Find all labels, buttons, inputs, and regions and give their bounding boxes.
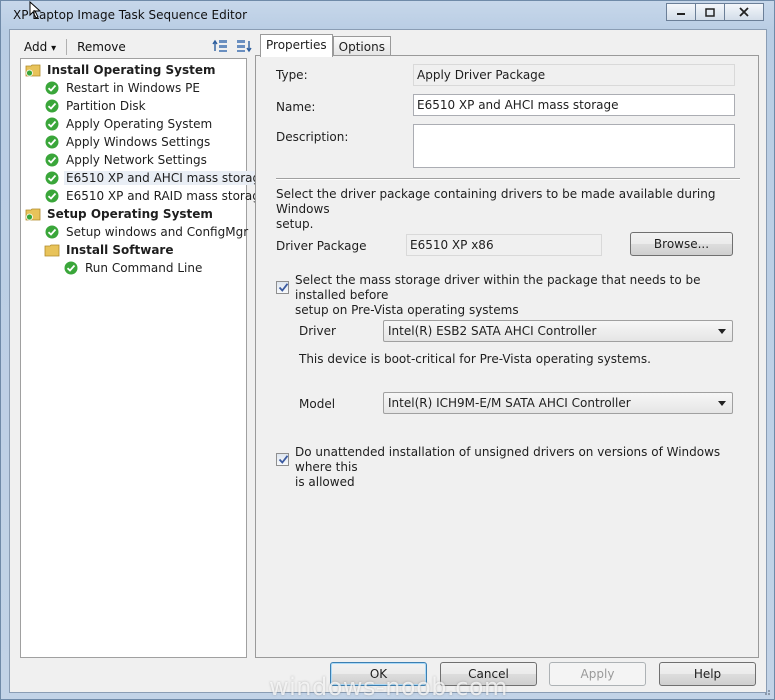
driver-selected-value: Intel(R) ESB2 SATA AHCI Controller [388,324,597,338]
driver-dropdown[interactable]: Intel(R) ESB2 SATA AHCI Controller [383,320,733,342]
close-icon [739,7,749,17]
check-circle-icon [64,261,78,275]
unattended-text: Do unattended installation of unsigned d… [295,445,745,490]
tree-item-label: E6510 XP and AHCI mass storage [64,171,270,185]
mass-storage-line: Select the mass storage driver within th… [295,273,701,302]
tree-group-install-os[interactable]: Install Operating System [25,61,217,79]
driver-package-field: E6510 XP x86 [406,234,602,256]
mass-storage-line: setup on Pre-Vista operating systems [295,303,519,317]
maximize-icon [705,7,715,17]
checkmark-icon [278,455,289,464]
tree-item-run-command-line[interactable]: Run Command Line [63,259,204,277]
tree-item-label: Run Command Line [85,261,203,275]
model-selected-value: Intel(R) ICH9M-E/M SATA AHCI Controller [388,396,631,410]
tree-group-label: Install Operating System [47,63,216,77]
move-up-icon[interactable] [212,38,228,54]
toolbar-icons [212,38,252,54]
tree-item-label: Partition Disk [66,99,146,113]
mass-storage-text: Select the mass storage driver within th… [295,273,745,318]
chevron-down-icon: ▾ [51,43,57,54]
folder-icon [25,208,41,221]
check-circle-icon [45,171,59,185]
background-window-ghost [251,3,651,29]
tree-group-label: Install Software [66,243,174,257]
tree-item-apply-network-settings[interactable]: Apply Network Settings [44,151,209,169]
check-circle-icon [45,189,59,203]
tree-group-install-software[interactable]: Install Software [44,241,175,259]
add-button[interactable]: Add ▾ [20,40,60,54]
tree-toolbar: Add ▾ Remove [20,35,256,59]
folder-icon [44,244,60,257]
model-label: Model [299,397,336,411]
toolbar-separator [66,39,68,55]
name-label: Name: [276,100,316,114]
check-circle-icon [45,135,59,149]
mass-storage-checkbox[interactable] [276,281,289,294]
help-button[interactable]: Help [659,662,756,686]
check-circle-icon [45,153,59,167]
type-field: Apply Driver Package [413,64,735,86]
chevron-down-icon [718,401,726,406]
section-divider [276,178,740,180]
watermark: windows-noob.com [269,673,508,700]
close-button[interactable] [724,3,764,21]
minimize-button[interactable] [666,3,696,21]
tree-group-label: Setup Operating System [47,207,213,221]
tree-item-e6510-ahci[interactable]: E6510 XP and AHCI mass storage [44,169,270,187]
move-down-icon[interactable] [236,38,252,54]
description-label: Description: [276,130,349,144]
tree-item-label: Restart in Windows PE [66,81,200,95]
window-title: XP Laptop Image Task Sequence Editor [13,8,248,22]
driver-label: Driver [299,324,336,338]
minimize-icon [677,13,685,15]
boot-critical-text: This device is boot-critical for Pre-Vis… [299,352,651,366]
type-label: Type: [276,68,308,82]
tab-properties[interactable]: Properties [260,34,333,57]
add-label: Add [24,40,48,54]
name-field[interactable]: E6510 XP and AHCI mass storage [413,94,735,116]
remove-button[interactable]: Remove [73,40,130,54]
check-circle-icon [45,117,59,131]
model-dropdown[interactable]: Intel(R) ICH9M-E/M SATA AHCI Controller [383,392,733,414]
tree-item-e6510-raid[interactable]: E6510 XP and RAID mass storage [44,187,269,205]
client-area: Add ▾ Remove Install Operating System Re… [9,29,767,693]
unattended-line: Do unattended installation of unsigned d… [295,445,721,474]
check-circle-icon [45,81,59,95]
caption-buttons [666,3,764,21]
checkmark-icon [278,283,289,292]
check-circle-icon [45,99,59,113]
folder-icon [25,64,41,77]
tree-item-label: Apply Operating System [66,117,213,131]
properties-panel: Type: Apply Driver Package Name: E6510 X… [255,55,759,658]
tree-item-label: Setup windows and ConfigMgr [66,225,249,239]
driver-package-instructions: Select the driver package containing dri… [276,187,746,232]
tree-item-label: Apply Network Settings [66,153,207,167]
apply-button[interactable]: Apply [549,662,646,686]
instruction-line: Select the driver package containing dri… [276,187,716,216]
description-field[interactable] [413,124,735,168]
tab-strip: Properties Options [260,34,391,57]
tree-item-apply-os[interactable]: Apply Operating System [44,115,214,133]
tree-item-apply-windows-settings[interactable]: Apply Windows Settings [44,133,212,151]
unattended-line: is allowed [295,475,355,489]
instruction-line: setup. [276,217,314,231]
tab-options[interactable]: Options [332,36,391,56]
task-tree[interactable]: Install Operating System Restart in Wind… [20,58,270,658]
tree-item-setup-windows-configmgr[interactable]: Setup windows and ConfigMgr [44,223,250,241]
tree-group-setup-os[interactable]: Setup Operating System [25,205,215,223]
driver-package-label: Driver Package [276,239,367,253]
tree-item-partition-disk[interactable]: Partition Disk [44,97,148,115]
check-circle-icon [45,225,59,239]
window-frame: XP Laptop Image Task Sequence Editor Add… [0,0,775,700]
tree-item-label: E6510 XP and RAID mass storage [66,189,268,203]
maximize-button[interactable] [695,3,725,21]
unattended-checkbox[interactable] [276,453,289,466]
resize-grip-icon[interactable] [761,686,771,696]
tree-item-restart-winpe[interactable]: Restart in Windows PE [44,79,202,97]
tree-item-label: Apply Windows Settings [66,135,211,149]
browse-button[interactable]: Browse... [630,232,733,256]
chevron-down-icon [718,329,726,334]
